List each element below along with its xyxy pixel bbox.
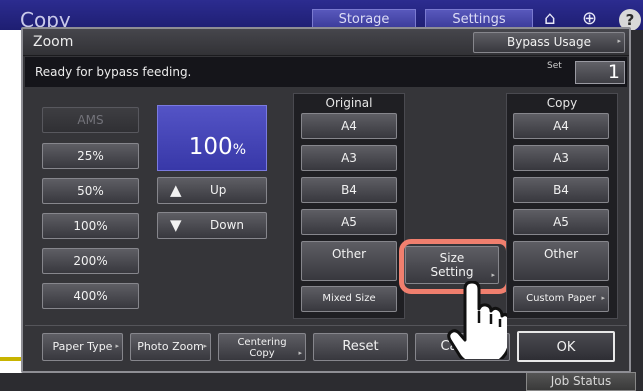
custom-paper-button[interactable]: Custom Paper ▸ — [513, 286, 609, 312]
set-count-field[interactable]: 1 — [575, 61, 625, 84]
original-a4-button[interactable]: A4 — [301, 113, 397, 139]
reset-button[interactable]: Reset — [313, 333, 408, 361]
set-label: Set — [547, 61, 562, 71]
copy-a4-button[interactable]: A4 — [513, 113, 609, 139]
original-b4-button[interactable]: B4 — [301, 177, 397, 203]
zoom-25-button[interactable]: 25% — [42, 143, 139, 169]
original-title: Original — [325, 96, 373, 110]
pointing-hand-icon — [447, 281, 507, 359]
paper-type-label: Paper Type — [52, 340, 113, 353]
zoom-50-button[interactable]: 50% — [42, 178, 139, 204]
copy-b4-button[interactable]: B4 — [513, 177, 609, 203]
copy-title: Copy — [546, 96, 578, 110]
photo-zoom-button[interactable]: Photo Zoom ▸ — [130, 333, 211, 361]
zoom-400-button[interactable]: 400% — [42, 283, 139, 309]
job-status-button[interactable]: Job Status — [526, 372, 636, 391]
background-panel — [630, 30, 643, 391]
globe-icon[interactable]: ⊕ — [582, 8, 597, 29]
copy-other-button[interactable]: Other — [513, 241, 609, 281]
corner-arrow-icon: ▸ — [601, 294, 605, 302]
copy-a5-button[interactable]: A5 — [513, 209, 609, 235]
centering-copy-label-line1: Centering — [237, 337, 287, 348]
original-a5-button[interactable]: A5 — [301, 209, 397, 235]
zoom-down-label: Down — [210, 218, 245, 232]
zoom-dialog: Zoom Bypass Usage ▸ Ready for bypass fee… — [21, 27, 631, 373]
zoom-up-button[interactable]: ▲ Up — [157, 177, 267, 204]
zoom-down-button[interactable]: ▼ Down — [157, 212, 267, 239]
original-other-button[interactable]: Other — [301, 241, 397, 281]
status-bar: Ready for bypass feeding. Set 1 — [25, 57, 627, 87]
corner-arrow-icon: ▸ — [298, 349, 302, 357]
home-icon[interactable]: ⌂ — [544, 8, 555, 29]
status-message: Ready for bypass feeding. — [35, 65, 192, 79]
corner-arrow-icon: ▸ — [115, 342, 119, 350]
corner-arrow-icon: ▸ — [203, 342, 207, 350]
paper-type-button[interactable]: Paper Type ▸ — [42, 333, 123, 361]
centering-copy-button[interactable]: Centering Copy ▸ — [218, 333, 306, 361]
up-arrow-icon: ▲ — [170, 181, 182, 199]
photo-zoom-label: Photo Zoom — [137, 340, 204, 353]
corner-arrow-icon: ▸ — [617, 37, 621, 45]
zoom-up-label: Up — [210, 183, 227, 197]
bypass-usage-label: Bypass Usage — [506, 35, 591, 49]
mixed-size-button[interactable]: Mixed Size — [301, 286, 397, 312]
down-arrow-icon: ▼ — [170, 216, 182, 234]
original-a3-button[interactable]: A3 — [301, 145, 397, 171]
bypass-usage-button[interactable]: Bypass Usage ▸ — [473, 32, 625, 53]
background-indicator — [0, 357, 22, 361]
custom-paper-label: Custom Paper — [526, 293, 596, 304]
zoom-value-display: 100% — [157, 105, 267, 171]
zoom-200-button[interactable]: 200% — [42, 248, 139, 274]
ams-button[interactable]: AMS — [42, 107, 139, 133]
centering-copy-label-line2: Copy — [249, 348, 275, 359]
zoom-value: 100% — [188, 134, 246, 160]
zoom-100-button[interactable]: 100% — [42, 213, 139, 239]
dialog-title: Zoom — [33, 34, 74, 50]
ok-button[interactable]: OK — [517, 331, 615, 362]
dialog-header: Zoom Bypass Usage ▸ — [23, 29, 629, 56]
copy-a3-button[interactable]: A3 — [513, 145, 609, 171]
